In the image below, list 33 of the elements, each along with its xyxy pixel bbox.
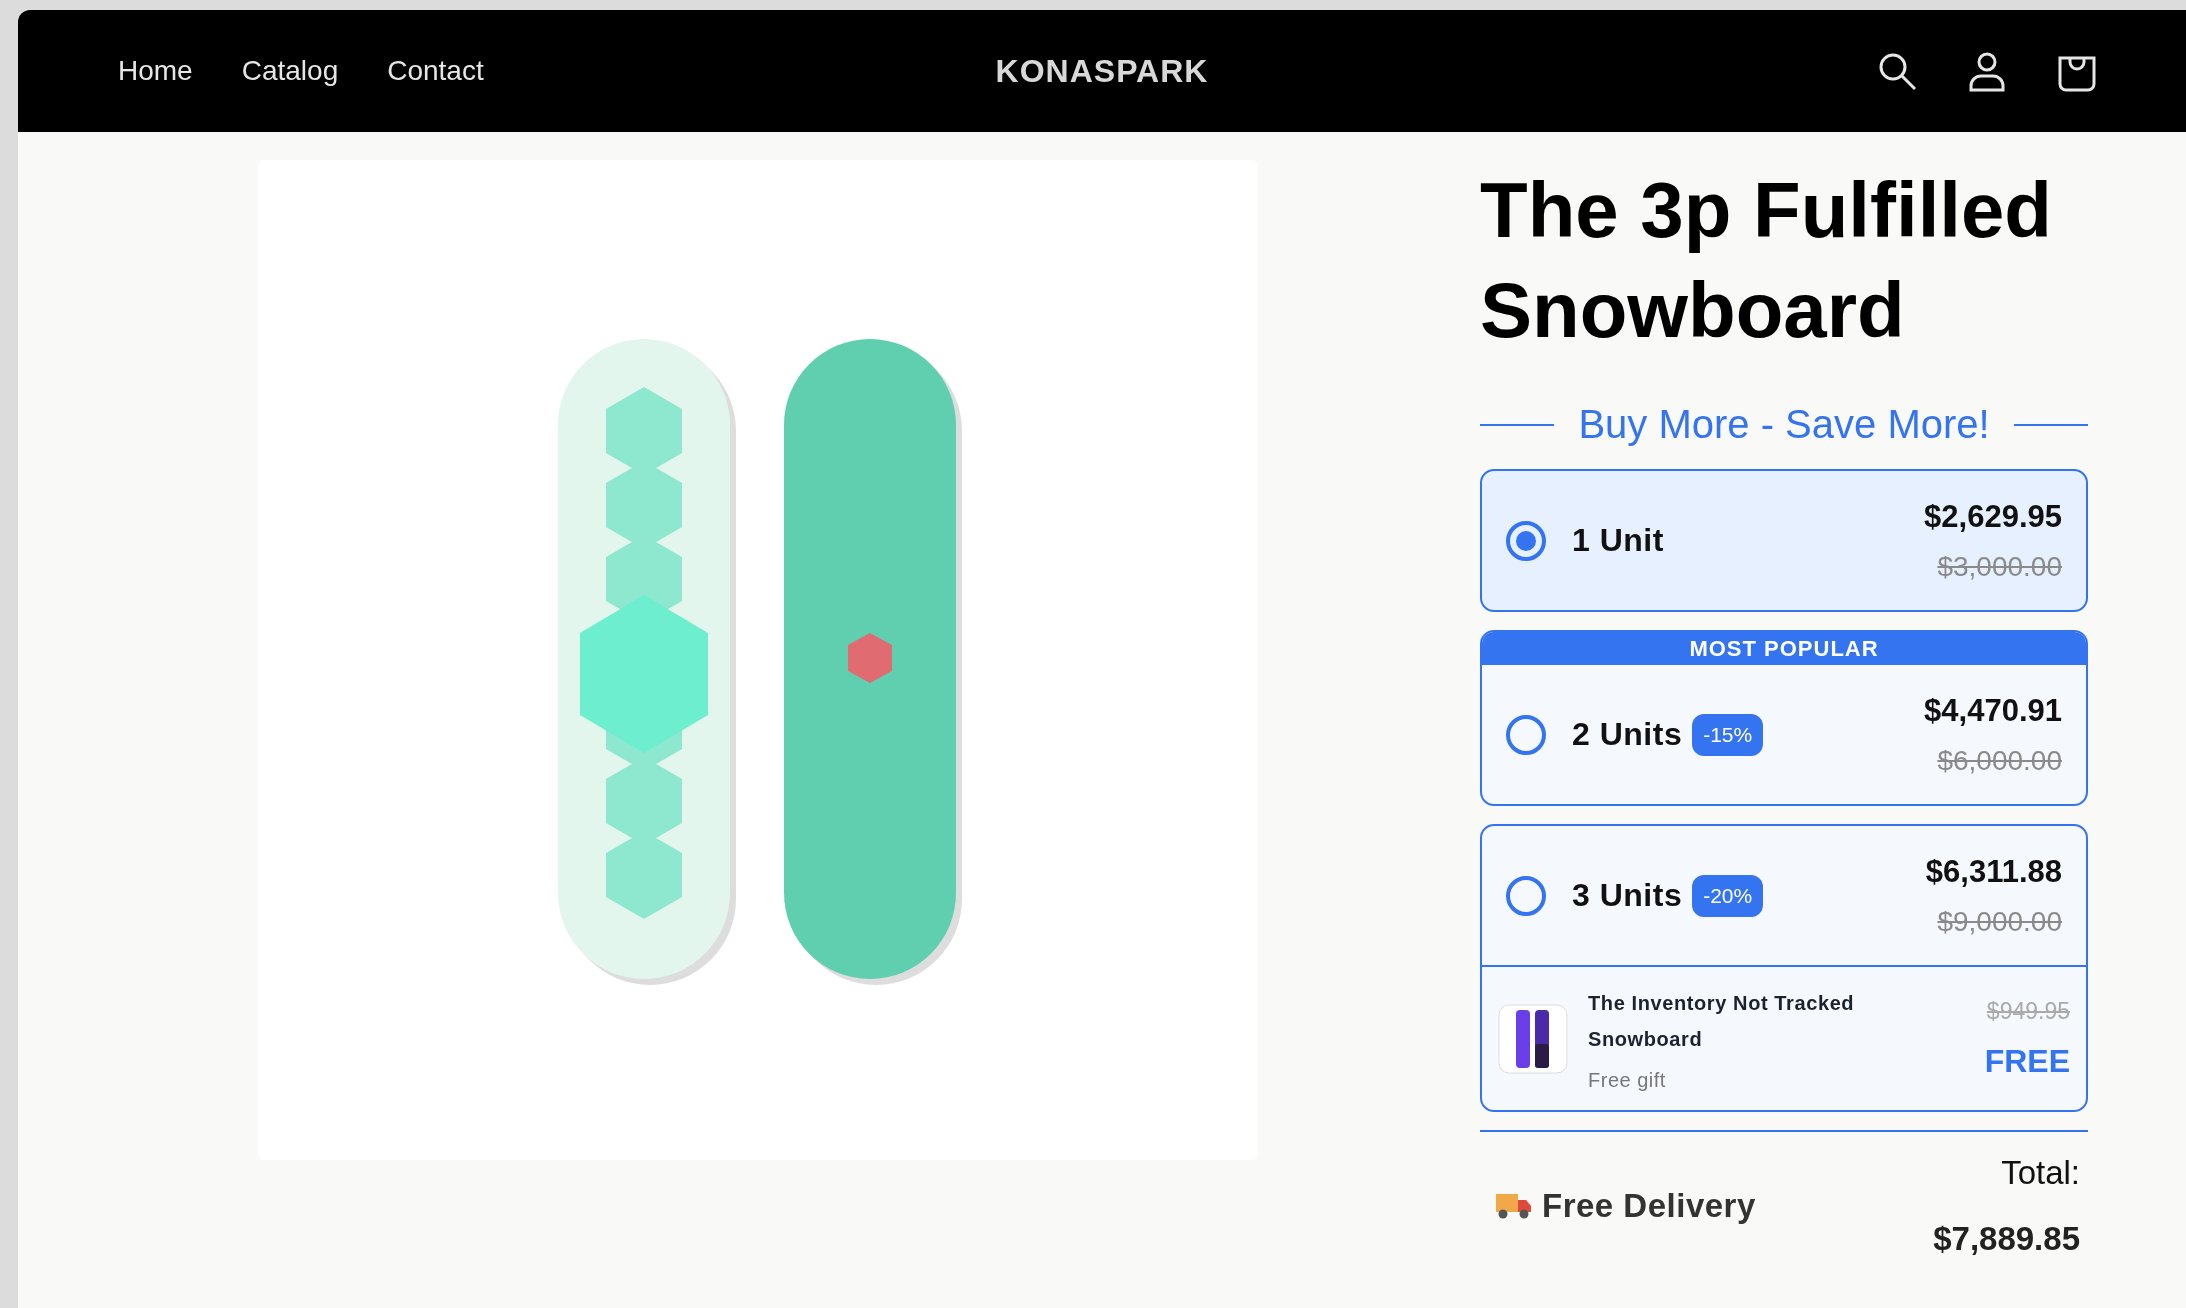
discount-badge: -15% bbox=[1692, 713, 1764, 756]
total-amount: $7,889.85 bbox=[1933, 1220, 2080, 1258]
compare-price: $9,000.00 bbox=[1937, 905, 2062, 938]
bundle-option[interactable]: MOST POPULAR 2 Units -15% $4,470.91 $6,000.00 bbox=[1480, 630, 2088, 806]
bundle-option[interactable]: 3 Units -20% $6,311.88 $9,000.00 The Inventory Not Tracked Snowboard Free gift $949.95 FREE bbox=[1480, 824, 2088, 1112]
option-label: 1 Unit bbox=[1572, 522, 1664, 559]
compare-price: $3,000.00 bbox=[1937, 550, 2062, 583]
popular-ribbon: MOST POPULAR bbox=[1482, 632, 2086, 665]
gift-price: FREE bbox=[1984, 1042, 2070, 1080]
bundle-heading: Buy More - Save More! bbox=[1578, 402, 1990, 447]
gift-thumbnail bbox=[1498, 1003, 1568, 1074]
option-price: $6,311.88 bbox=[1925, 853, 2062, 890]
compare-price: $6,000.00 bbox=[1937, 744, 2062, 777]
gift-name: The Inventory Not Tracked Snowboard bbox=[1588, 991, 1856, 1052]
option-label: 2 Units bbox=[1572, 716, 1683, 753]
nav-link[interactable]: Home bbox=[118, 55, 193, 87]
truck-icon bbox=[1496, 1192, 1532, 1220]
nav-link[interactable]: Contact bbox=[387, 55, 484, 87]
nav-link[interactable]: Catalog bbox=[241, 55, 339, 87]
product-title: The 3p Fulfilled Snowboard bbox=[1480, 165, 2053, 356]
radio-button[interactable] bbox=[1506, 714, 1546, 755]
discount-badge: -20% bbox=[1692, 874, 1764, 917]
radio-button[interactable] bbox=[1506, 875, 1546, 916]
option-price: $4,470.91 bbox=[1924, 692, 2062, 729]
radio-button[interactable] bbox=[1506, 520, 1546, 561]
option-price: $2,629.95 bbox=[1924, 498, 2062, 535]
option-label: 3 Units bbox=[1572, 877, 1683, 914]
gift-note: Free gift bbox=[1588, 1069, 1667, 1092]
bundle-option[interactable]: 1 Unit $2,629.95 $3,000.00 bbox=[1480, 469, 2088, 612]
delivery-label: Free Delivery bbox=[1542, 1187, 1756, 1225]
gift-compare-price: $949.95 bbox=[1986, 997, 2070, 1025]
store-logo[interactable]: KONASPARK bbox=[995, 52, 1209, 90]
total-label: Total: bbox=[2001, 1154, 2080, 1192]
